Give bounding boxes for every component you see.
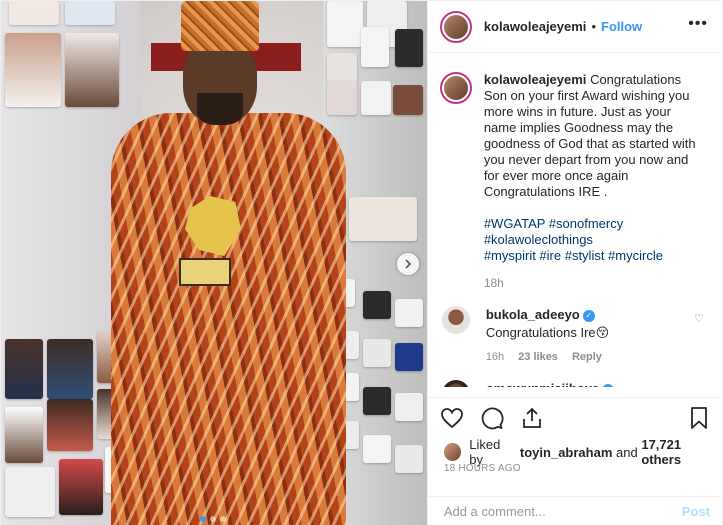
beard (197, 93, 243, 125)
verified-badge-icon: ✓ (602, 383, 615, 387)
caption-username[interactable]: kolawoleajeyemi (484, 72, 587, 87)
likes-count[interactable]: 17,721 others (641, 437, 722, 467)
heart-icon[interactable] (440, 406, 464, 430)
hashtag-line[interactable]: #kolawoleclothings (484, 232, 702, 248)
caption-text: kolawoleajeyemi Congratulations Son on y… (484, 72, 702, 200)
share-icon[interactable] (520, 406, 544, 430)
liker-username[interactable]: toyin_abraham (520, 445, 612, 460)
more-options-icon[interactable]: ••• (688, 15, 708, 33)
hashtag-line[interactable]: #myspirit #ire #stylist #mycircle (484, 248, 702, 264)
carousel-dot (220, 516, 226, 522)
action-bar (427, 397, 722, 437)
carousel-dot (200, 516, 206, 522)
kufi-cap (181, 1, 259, 51)
chevron-right-icon (405, 259, 412, 269)
comment-icon[interactable] (480, 406, 504, 430)
post-sidebar: kolawoleajeyemi • Follow ••• kolawoleaje… (426, 1, 722, 525)
caption-avatar[interactable] (439, 72, 472, 104)
commenter-avatar[interactable] (441, 306, 470, 334)
comment-meta: 16h 23 likes Reply (486, 348, 686, 366)
caption-row: kolawoleajeyemi Congratulations Son on y… (439, 72, 708, 290)
award-base (179, 258, 231, 286)
comment-likes[interactable]: 23 likes (518, 348, 558, 366)
comment-text: Congratulations Ire😚 (485, 325, 610, 340)
hashtag-line[interactable]: #WGATAP #sonofmercy (484, 216, 702, 232)
caption-time[interactable]: 18h (484, 276, 702, 290)
instagram-post: H (0, 0, 723, 525)
post-header: kolawoleajeyemi • Follow ••• (427, 1, 722, 53)
carousel-dots (200, 516, 226, 522)
verified-badge-icon: ✓ (582, 309, 595, 322)
post-photo[interactable]: H (1, 1, 427, 525)
award-map-shape (185, 196, 241, 256)
bookmark-icon[interactable] (688, 406, 710, 430)
patterned-robe (111, 113, 346, 525)
hashtags: #WGATAP #sonofmercy #kolawoleclothings #… (484, 216, 702, 264)
liked-by-and: and (616, 444, 638, 460)
next-image-button[interactable] (397, 253, 419, 275)
commenter-avatar[interactable] (441, 380, 470, 387)
commenter-username[interactable]: omowunmiajiboye (486, 381, 599, 387)
comments-section[interactable]: kolawoleajeyemi Congratulations Son on y… (428, 54, 722, 387)
caption-body: Congratulations Son on your first Award … (483, 72, 696, 199)
comment-input[interactable] (443, 504, 682, 519)
author-avatar[interactable] (439, 10, 472, 43)
comment-time[interactable]: 16h (486, 348, 504, 366)
comment-like-heart-icon[interactable]: ♡ (694, 386, 704, 387)
comment-like-heart-icon[interactable]: ♡ (694, 312, 704, 325)
add-comment-bar: Post (427, 496, 722, 525)
liker-avatar[interactable] (443, 443, 462, 461)
header-separator: • (591, 19, 596, 34)
carousel-dot (210, 516, 216, 522)
comment-item: omowunmiajiboye✓ ♡ (440, 380, 708, 387)
post-comment-button[interactable]: Post (682, 504, 710, 519)
award-plaque (179, 196, 247, 288)
follow-button[interactable]: Follow (601, 19, 642, 34)
comment-item: bukola_adeeyo ✓ Congratulations Ire😚 16h … (440, 306, 708, 366)
person (101, 1, 361, 525)
commenter-username[interactable]: bukola_adeeyo (486, 307, 580, 322)
post-timestamp[interactable]: 18 HOURS AGO (444, 463, 521, 474)
reply-button[interactable]: Reply (572, 348, 602, 366)
author-username[interactable]: kolawoleajeyemi (484, 19, 587, 34)
